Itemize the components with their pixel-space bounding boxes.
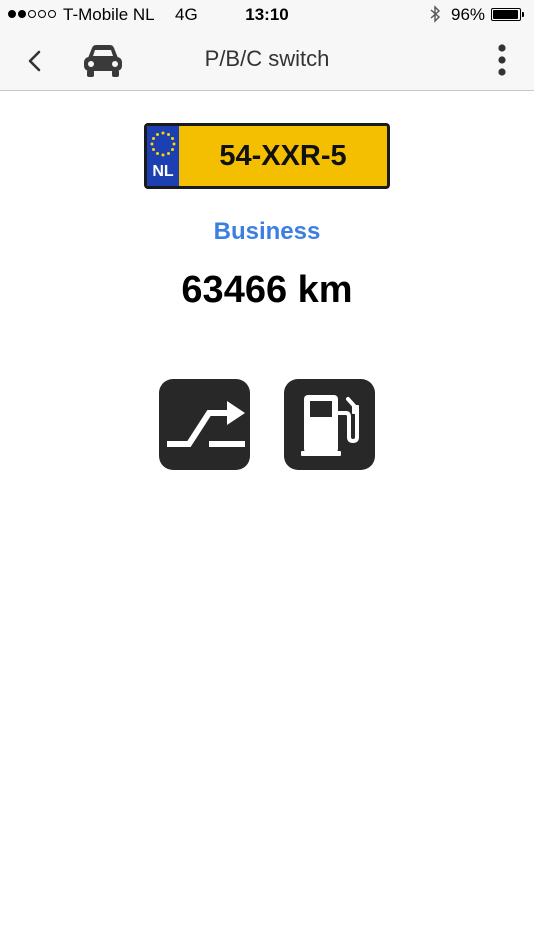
- odometer-reading: 63466 km: [181, 269, 353, 311]
- license-plate: NL 54-XXR-5: [144, 123, 390, 189]
- more-vertical-icon: [498, 44, 506, 76]
- battery-icon: [491, 8, 521, 21]
- nav-bar: P/B/C switch: [0, 30, 534, 91]
- switch-usage-button[interactable]: [159, 379, 250, 470]
- plate-country-code: NL: [152, 163, 174, 180]
- more-options-button[interactable]: [489, 43, 515, 77]
- battery-percent: 96%: [451, 5, 486, 24]
- usage-type-label: Business: [213, 218, 321, 245]
- eu-stars-icon: [150, 131, 176, 157]
- switch-route-icon: [167, 401, 245, 447]
- battery-tip: [522, 12, 524, 17]
- fuel-pump-icon: [301, 395, 359, 456]
- bluetooth-icon: [430, 5, 441, 23]
- status-bar: T-Mobile NL 4G 13:10 96%: [0, 0, 534, 30]
- plate-number: 54-XXR-5: [219, 140, 347, 172]
- plate-eu-band: NL: [147, 126, 179, 186]
- fuel-log-button[interactable]: [284, 379, 375, 470]
- page-title: P/B/C switch: [204, 46, 330, 71]
